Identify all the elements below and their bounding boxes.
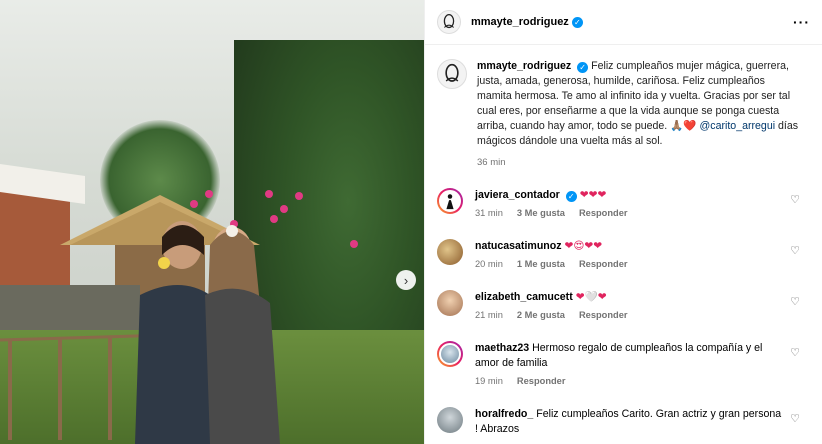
verified-badge-icon: ✓: [571, 16, 583, 28]
heart-icon[interactable]: ♡: [790, 193, 800, 206]
comment-username[interactable]: horalfredo_: [475, 408, 533, 420]
reply-button[interactable]: Responder: [579, 257, 628, 272]
caption-emojis: 🙏🏽❤️: [670, 120, 697, 132]
reply-button[interactable]: Responder: [579, 206, 628, 221]
comment-username[interactable]: maethaz23: [475, 342, 529, 354]
comment-time: 31 min: [475, 208, 503, 218]
post-photo[interactable]: ›: [0, 0, 424, 444]
comment-username[interactable]: javiera_contador: [475, 189, 560, 201]
avatar[interactable]: [437, 239, 463, 265]
comment-time: 19 min: [475, 376, 503, 386]
heart-icon[interactable]: ♡: [790, 244, 800, 257]
comment-username[interactable]: natucasatimunoz: [475, 240, 562, 252]
comment-item: natucasatimunoz ❤😍❤❤ 20 min 1 Me gusta R…: [437, 239, 810, 272]
post-header: mmayte_rodriguez ✓ ···: [425, 0, 822, 45]
chevron-right-icon[interactable]: ›: [396, 270, 416, 290]
comment-item: javiera_contador ✓ ❤❤❤ 31 min 3 Me gusta…: [437, 188, 810, 221]
post-view: › mmayte_rodriguez ✓ ··· mmayte_rodrigue…: [0, 0, 822, 444]
comment-text: ❤❤❤: [579, 189, 607, 201]
comment-username[interactable]: elizabeth_camucett: [475, 291, 573, 303]
verified-badge-icon: ✓: [577, 62, 589, 73]
reply-button[interactable]: Responder: [517, 374, 566, 389]
caption-mention[interactable]: @carito_arregui: [700, 120, 776, 132]
comment-time: 21 min: [475, 310, 503, 320]
avatar[interactable]: [437, 290, 463, 316]
caption-time: 36 min: [477, 157, 506, 168]
avatar[interactable]: [437, 407, 463, 433]
avatar[interactable]: [437, 188, 463, 214]
reply-button[interactable]: Responder: [579, 308, 628, 323]
caption-username[interactable]: mmayte_rodriguez: [477, 60, 571, 72]
comment-likes[interactable]: 3 Me gusta: [517, 206, 565, 221]
heart-icon[interactable]: ♡: [790, 346, 800, 359]
more-horizontal-icon[interactable]: ···: [793, 14, 810, 30]
comment-item: horalfredo_ Feliz cumpleaños Carito. Gra…: [437, 407, 810, 437]
avatar[interactable]: [437, 341, 463, 367]
comment-likes[interactable]: 1 Me gusta: [517, 257, 565, 272]
comment-likes[interactable]: 2 Me gusta: [517, 308, 565, 323]
comment-item: maethaz23 Hermoso regalo de cumpleaños l…: [437, 341, 810, 389]
heart-icon[interactable]: ♡: [790, 412, 800, 425]
heart-icon[interactable]: ♡: [790, 295, 800, 308]
comment-text: ❤😍❤❤: [564, 240, 603, 252]
avatar[interactable]: [437, 10, 461, 34]
two-women-hugging: [135, 221, 280, 444]
comments-panel: mmayte_rodriguez ✓ ··· mmayte_rodriguez …: [424, 0, 822, 444]
author-username[interactable]: mmayte_rodriguez: [471, 16, 569, 28]
post-caption: mmayte_rodriguez ✓ Feliz cumpleaños muje…: [437, 59, 810, 170]
comment-item: elizabeth_camucett ❤🤍❤ 21 min 2 Me gusta…: [437, 290, 810, 323]
avatar[interactable]: [437, 59, 467, 89]
comment-text: ❤🤍❤: [575, 291, 607, 303]
comment-time: 20 min: [475, 259, 503, 269]
verified-badge-icon: ✓: [565, 191, 577, 202]
